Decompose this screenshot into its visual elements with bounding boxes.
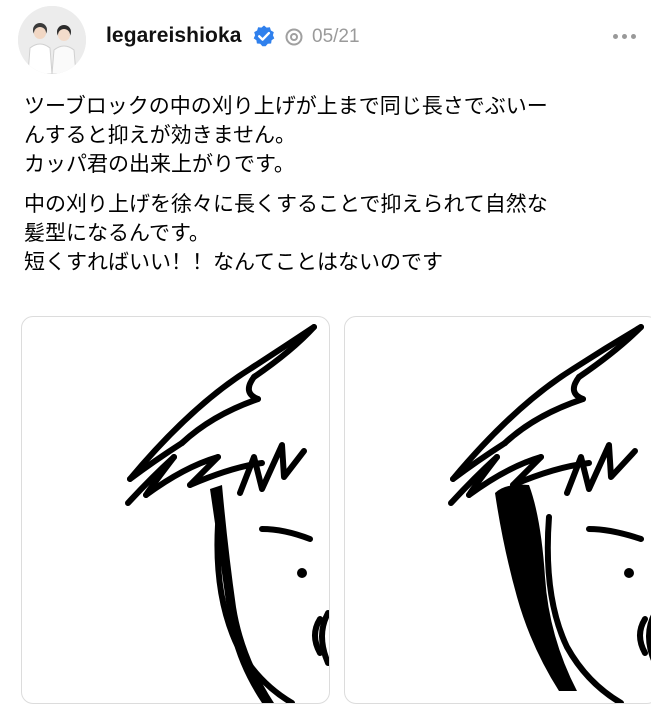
- username[interactable]: legareishioka: [106, 24, 242, 48]
- text-line: んすると抑えが効きません。: [24, 123, 296, 147]
- verified-badge-icon: [253, 25, 275, 47]
- thread-icon: [285, 28, 303, 46]
- more-options-icon[interactable]: [611, 26, 639, 46]
- timestamp: 05/21: [312, 26, 360, 47]
- text-line: 髪型になるんです。: [24, 221, 210, 245]
- image-card-2[interactable]: [344, 316, 651, 704]
- text-line: 短くすればいい！！なんてことはないのです: [24, 250, 443, 274]
- paragraph: ツーブロックの中の刈り上げが上まで同じ長さでぶいー んすると抑えが効きません。 …: [24, 92, 644, 179]
- avatar[interactable]: [18, 6, 86, 74]
- head-sketch-illustration: [448, 324, 651, 703]
- text-line: カッパ君の出来上がりです。: [24, 152, 295, 176]
- post-header: legareishioka 05/21: [0, 0, 651, 80]
- image-card-1[interactable]: [21, 316, 330, 704]
- head-sketch-illustration: [125, 324, 329, 703]
- text-line: 中の刈り上げを徐々に長くすることで抑えられて自然な: [24, 192, 548, 216]
- post-body: ツーブロックの中の刈り上げが上まで同じ長さでぶいー んすると抑えが効きません。 …: [24, 92, 644, 288]
- avatar-photo: [18, 6, 86, 74]
- paragraph: 中の刈り上げを徐々に長くすることで抑えられて自然な 髪型になるんです。 短くすれ…: [24, 190, 644, 277]
- text-line: ツーブロックの中の刈り上げが上まで同じ長さでぶいー: [24, 94, 548, 118]
